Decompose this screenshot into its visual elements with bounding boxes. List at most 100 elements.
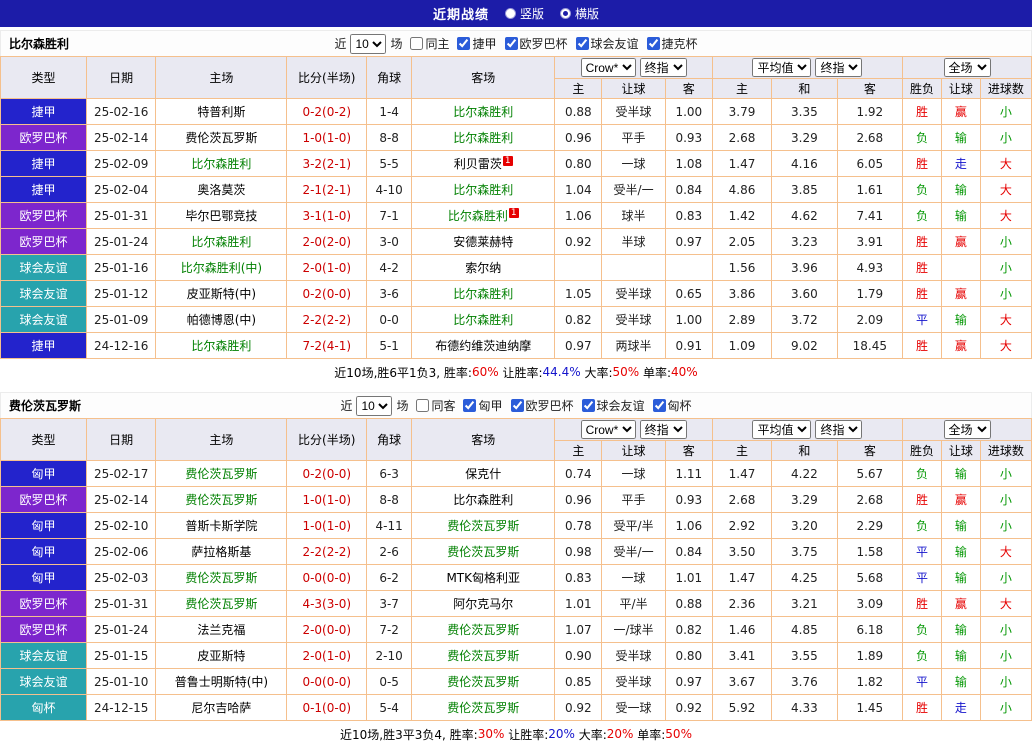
- filter-checkbox-4[interactable]: [652, 399, 666, 412]
- home-team-link[interactable]: 费伦茨瓦罗斯: [185, 467, 257, 481]
- avg-source-select[interactable]: 平均值: [752, 58, 812, 77]
- filter-checkbox-4[interactable]: [646, 37, 660, 50]
- filter-option-2[interactable]: 欧罗巴杯: [504, 35, 568, 52]
- filter-option-1[interactable]: 捷甲: [457, 35, 497, 52]
- recent-count-select[interactable]: 10: [350, 33, 387, 54]
- filter-option-1[interactable]: 匈甲: [463, 397, 503, 414]
- score-link[interactable]: 2-0(2-0): [286, 228, 368, 255]
- home-team-link[interactable]: 比尔森胜利: [191, 235, 251, 249]
- home-team-link[interactable]: 尼尔吉哈萨: [191, 701, 251, 715]
- away-team-link[interactable]: 布德约维茨迪纳摩: [435, 339, 531, 353]
- away-team-link[interactable]: 保克什: [465, 467, 501, 481]
- avg-stage-select[interactable]: 终指: [815, 58, 863, 77]
- filter-option-3[interactable]: 球会友谊: [575, 35, 639, 52]
- score-link[interactable]: 0-0(0-0): [286, 564, 368, 591]
- score-link[interactable]: 2-1(2-1): [286, 176, 368, 203]
- away-team-link[interactable]: 比尔森胜利: [448, 209, 508, 223]
- radio-checked-icon[interactable]: [560, 8, 571, 19]
- filter-checkbox-0[interactable]: [410, 37, 424, 50]
- score-link[interactable]: 4-3(3-0): [286, 590, 368, 617]
- result-goals: 小: [979, 460, 1032, 487]
- summary-segment: 大率:: [580, 365, 613, 380]
- home-team-link[interactable]: 普斯卡斯学院: [185, 519, 257, 533]
- filter-option-4[interactable]: 匈杯: [652, 397, 692, 414]
- away-team-link[interactable]: 安德莱赫特: [453, 235, 513, 249]
- home-team-link[interactable]: 萨拉格斯基: [191, 545, 251, 559]
- score-link[interactable]: 0-2(0-2): [286, 98, 368, 125]
- odds-stage-select[interactable]: 终指: [639, 58, 687, 77]
- score-link[interactable]: 0-0(0-0): [286, 668, 368, 695]
- recent-count-select[interactable]: 10: [356, 395, 393, 416]
- score-link[interactable]: 0-1(0-0): [286, 694, 368, 721]
- away-team-link[interactable]: 阿尔克马尔: [453, 597, 513, 611]
- filter-checkbox-3[interactable]: [575, 37, 589, 50]
- filter-checkbox-2[interactable]: [510, 399, 524, 412]
- away-team-link[interactable]: 比尔森胜利: [453, 105, 513, 119]
- away-team-link[interactable]: 费伦茨瓦罗斯: [447, 545, 519, 559]
- score-link[interactable]: 3-2(2-1): [286, 150, 368, 177]
- filter-checkbox-3[interactable]: [581, 399, 595, 412]
- filter-checkbox-1[interactable]: [463, 399, 477, 412]
- home-team-link[interactable]: 比尔森胜利: [191, 157, 251, 171]
- home-team-link[interactable]: 比尔森胜利: [191, 339, 251, 353]
- away-team-link[interactable]: 费伦茨瓦罗斯: [447, 675, 519, 689]
- filter-checkbox-2[interactable]: [504, 37, 518, 50]
- away-team-link[interactable]: 比尔森胜利: [453, 493, 513, 507]
- filter-checkbox-1[interactable]: [457, 37, 471, 50]
- home-team-link[interactable]: 帕德博恩(中): [187, 313, 256, 327]
- score-link[interactable]: 2-0(1-0): [286, 642, 368, 669]
- home-team-link[interactable]: 费伦茨瓦罗斯: [185, 493, 257, 507]
- score-link[interactable]: 3-1(1-0): [286, 202, 368, 229]
- away-team-link[interactable]: 费伦茨瓦罗斯: [447, 519, 519, 533]
- away-team-link[interactable]: 比尔森胜利: [453, 131, 513, 145]
- home-team-link[interactable]: 普鲁士明斯特(中): [175, 675, 268, 689]
- home-team-link[interactable]: 法兰克福: [197, 623, 245, 637]
- away-team-link[interactable]: 费伦茨瓦罗斯: [447, 701, 519, 715]
- filter-option-4[interactable]: 捷克杯: [646, 35, 698, 52]
- filter-option-3[interactable]: 球会友谊: [581, 397, 645, 414]
- home-team-link[interactable]: 奥洛莫茨: [197, 183, 245, 197]
- away-team-link[interactable]: MTK匈格利亚: [446, 571, 520, 585]
- away-team-link[interactable]: 比尔森胜利: [453, 287, 513, 301]
- home-team-link[interactable]: 特普利斯: [197, 105, 245, 119]
- away-team-link[interactable]: 比尔森胜利: [453, 313, 513, 327]
- score-link[interactable]: 1-0(1-0): [286, 124, 368, 151]
- home-team-link[interactable]: 皮亚斯特(中): [187, 287, 256, 301]
- home-team-link[interactable]: 费伦茨瓦罗斯: [185, 597, 257, 611]
- avg-away: 1.45: [836, 694, 904, 721]
- score-link[interactable]: 0-2(0-0): [286, 280, 368, 307]
- layout-option-vertical[interactable]: 竖版: [504, 5, 544, 22]
- home-team-link[interactable]: 费伦茨瓦罗斯: [185, 131, 257, 145]
- avg-stage-select[interactable]: 终指: [815, 420, 863, 439]
- home-team-link[interactable]: 皮亚斯特: [197, 649, 245, 663]
- fulltime-scope-select[interactable]: 全场: [943, 58, 991, 77]
- home-team-link[interactable]: 比尔森胜利(中): [181, 261, 262, 275]
- score-link[interactable]: 2-2(2-2): [286, 538, 368, 565]
- score-link[interactable]: 2-0(0-0): [286, 616, 368, 643]
- away-team-link[interactable]: 费伦茨瓦罗斯: [447, 623, 519, 637]
- away-team-link[interactable]: 利贝雷茨: [454, 157, 502, 171]
- odds-source-select[interactable]: Crow*: [580, 420, 636, 439]
- odds-stage-select[interactable]: 终指: [639, 420, 687, 439]
- home-team-link[interactable]: 费伦茨瓦罗斯: [185, 571, 257, 585]
- filter-option-2[interactable]: 欧罗巴杯: [510, 397, 574, 414]
- filter-checkbox-0[interactable]: [416, 399, 430, 412]
- away-team-link[interactable]: 费伦茨瓦罗斯: [447, 649, 519, 663]
- filter-option-0[interactable]: 同主: [410, 35, 449, 52]
- home-team-link[interactable]: 毕尔巴鄂竞技: [185, 209, 257, 223]
- avg-source-select[interactable]: 平均值: [752, 420, 812, 439]
- away-team-link[interactable]: 索尔纳: [465, 261, 501, 275]
- radio-unchecked-icon[interactable]: [504, 8, 516, 19]
- filter-option-0[interactable]: 同客: [416, 397, 455, 414]
- fulltime-scope-select[interactable]: 全场: [943, 420, 991, 439]
- away-team-link[interactable]: 比尔森胜利: [453, 183, 513, 197]
- score-link[interactable]: 1-0(1-0): [286, 486, 368, 513]
- summary-segment: 让胜率:: [504, 727, 549, 742]
- score-link[interactable]: 2-0(1-0): [286, 254, 368, 281]
- odds-source-select[interactable]: Crow*: [580, 58, 636, 77]
- score-link[interactable]: 7-2(4-1): [286, 332, 368, 359]
- score-link[interactable]: 0-2(0-0): [286, 460, 368, 487]
- score-link[interactable]: 1-0(1-0): [286, 512, 368, 539]
- layout-option-horizontal[interactable]: 横版: [560, 5, 599, 22]
- score-link[interactable]: 2-2(2-2): [286, 306, 368, 333]
